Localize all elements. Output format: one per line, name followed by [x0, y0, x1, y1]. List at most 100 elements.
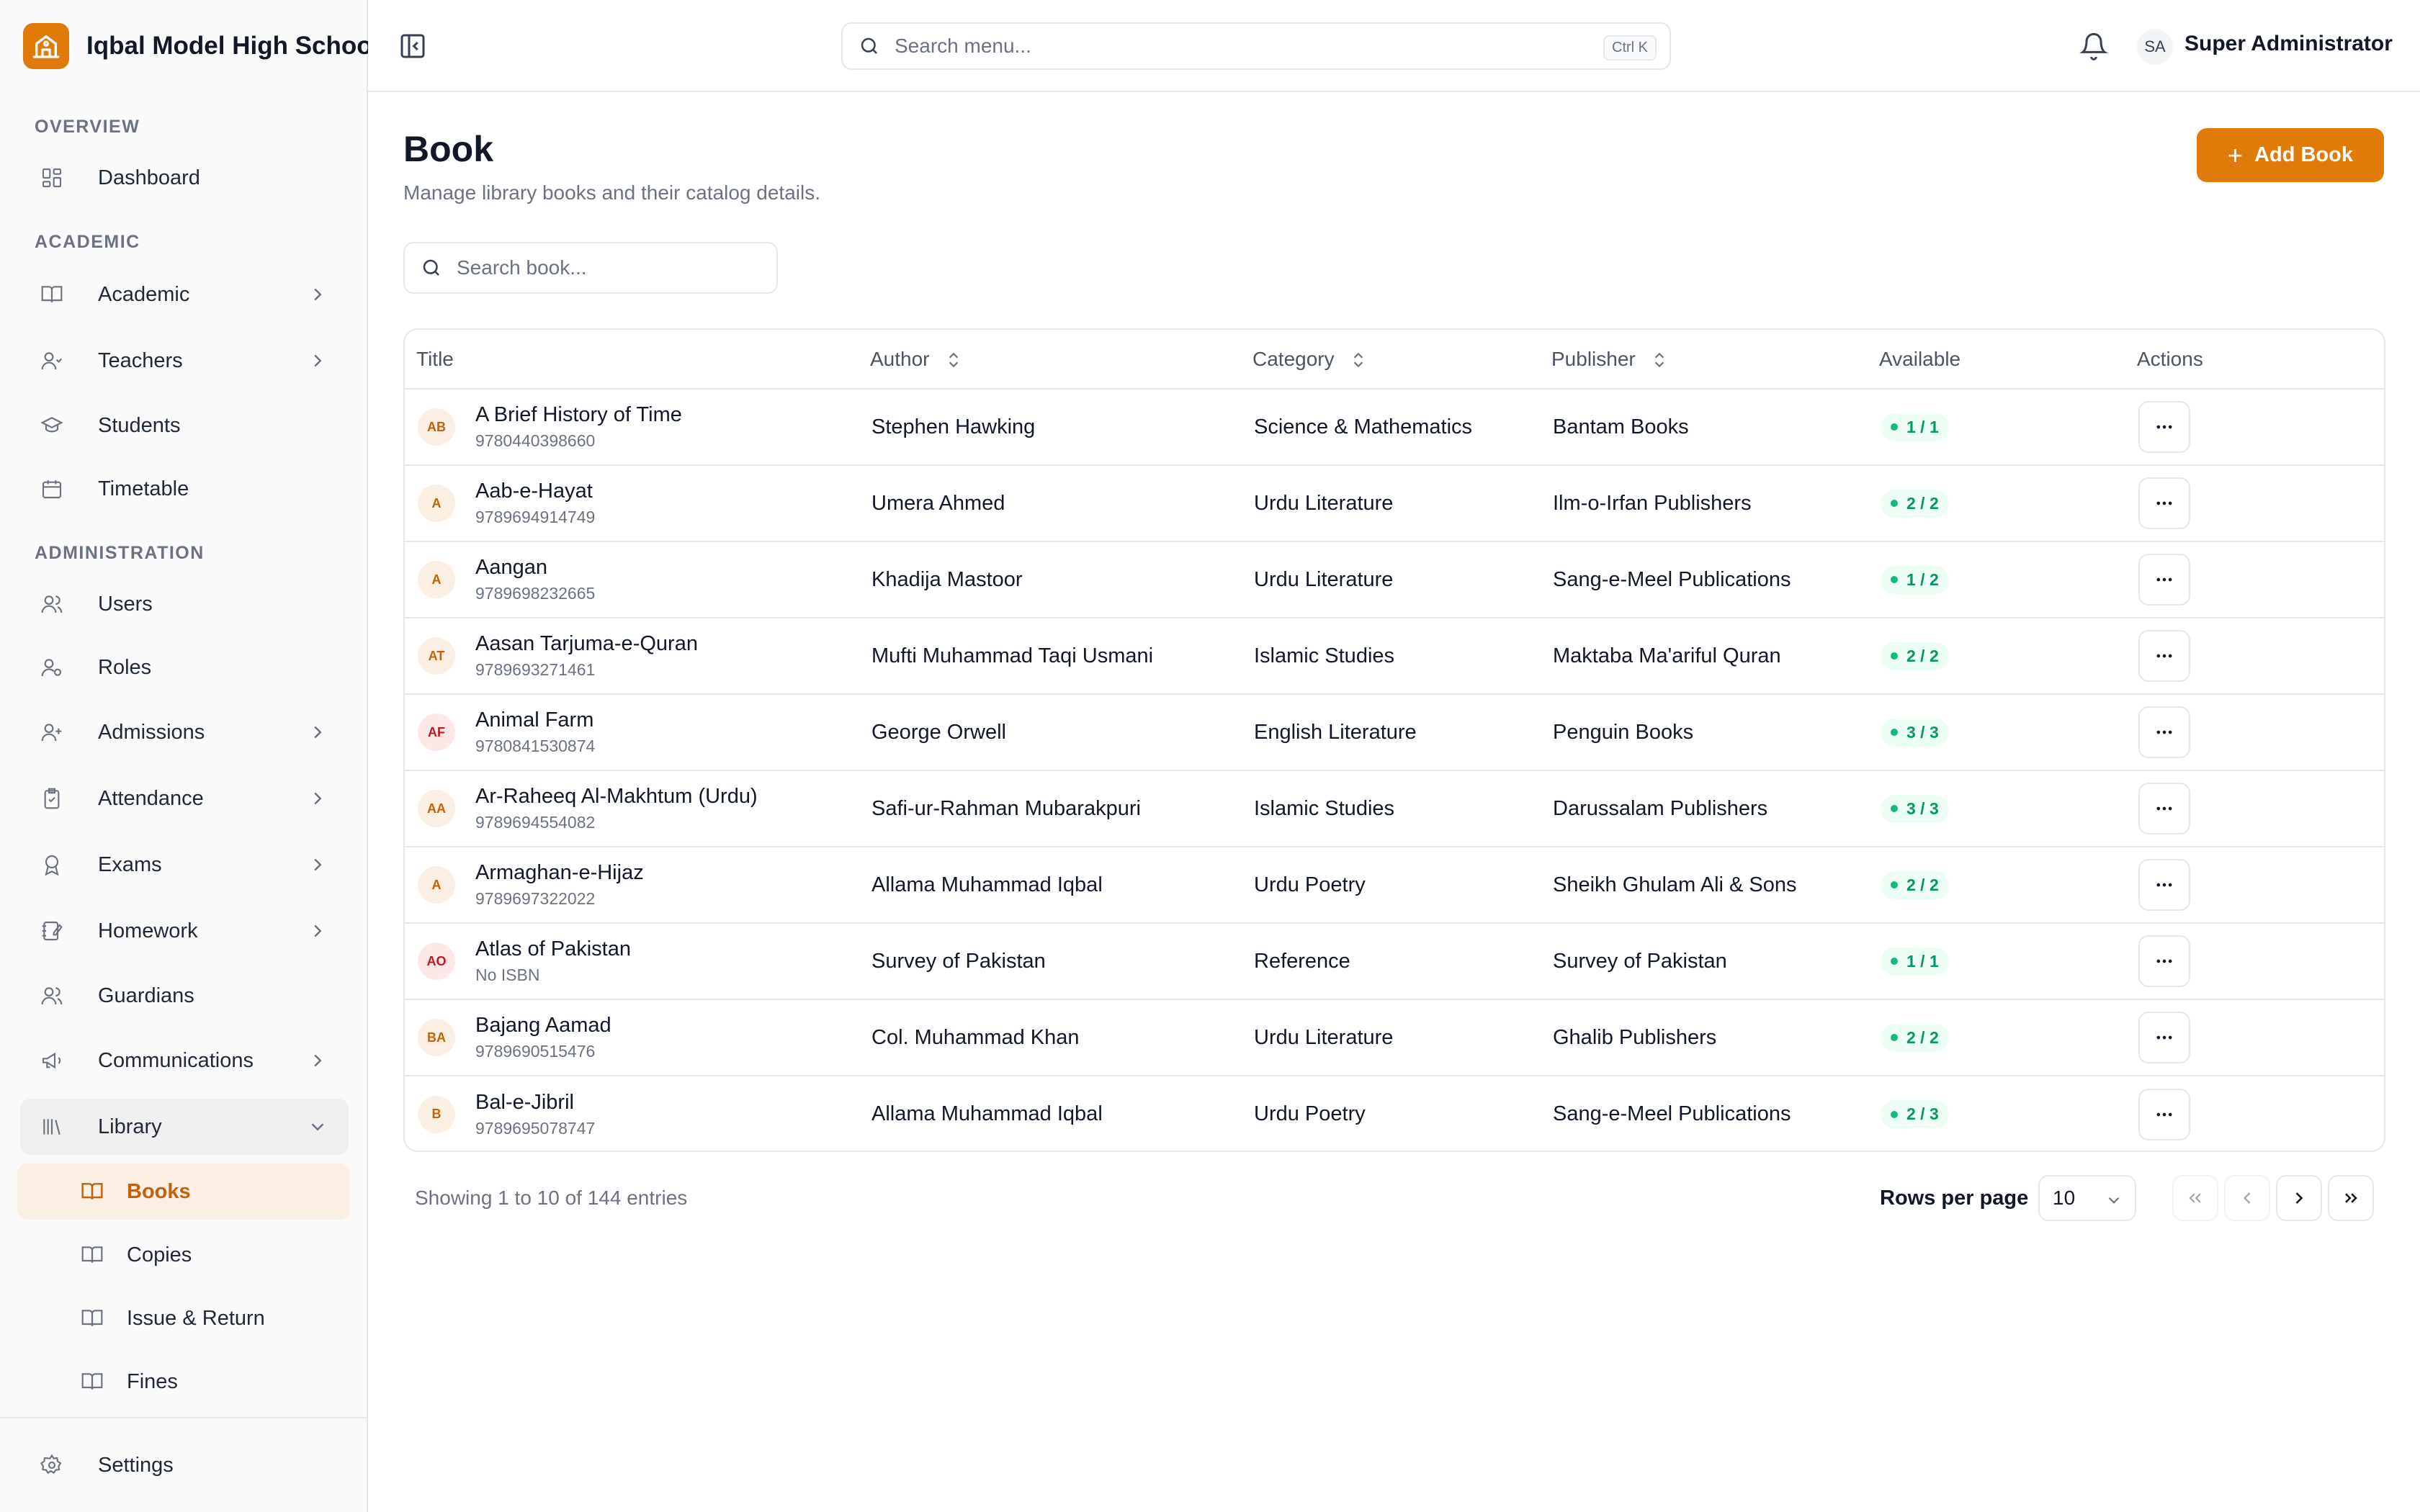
sidebar-item-timetable[interactable]: Timetable — [20, 461, 349, 517]
user-name[interactable]: Super Administrator — [2184, 32, 2393, 56]
sidebar-item-communications[interactable]: Communications — [20, 1032, 349, 1089]
menu-search[interactable]: Ctrl K — [841, 22, 1671, 70]
availability-count: 2 / 3 — [1906, 1104, 1939, 1124]
first-page-button[interactable] — [2172, 1175, 2218, 1221]
award-icon — [37, 850, 66, 879]
rows-per-page-select[interactable]: 10 — [2038, 1175, 2136, 1221]
availability-count: 1 / 1 — [1906, 951, 1939, 971]
title-cell: BA Bajang Aamad 9789690515476 — [418, 1014, 859, 1061]
book-title: Armaghan-e-Hijaz — [475, 861, 644, 884]
row-actions-button[interactable] — [2138, 477, 2190, 529]
sidebar-toggle-icon[interactable] — [398, 32, 427, 60]
sidebar-item-roles[interactable]: Roles — [20, 639, 349, 696]
bell-icon[interactable] — [2079, 32, 2108, 60]
sort-icon — [1654, 352, 1664, 368]
row-actions-button[interactable] — [2138, 1012, 2190, 1063]
search-icon — [423, 259, 439, 276]
sidebar-subitem-books[interactable]: Books — [17, 1164, 350, 1220]
sidebar-item-academic[interactable]: Academic — [20, 266, 349, 323]
sidebar-subitem-fines[interactable]: Fines — [17, 1354, 350, 1410]
title-text: Bajang Aamad 9789690515476 — [475, 1014, 611, 1061]
table-row[interactable]: A Armaghan-e-Hijaz 9789697322022 Allama … — [405, 847, 2384, 923]
sidebar-item-library[interactable]: Library — [20, 1099, 349, 1155]
column-category[interactable]: Category — [1241, 330, 1540, 390]
availability-badge: 2 / 2 — [1881, 870, 1949, 899]
sidebar-item-admissions[interactable]: Admissions — [20, 704, 349, 760]
status-dot — [1891, 500, 1898, 508]
rows-per-page-label: Rows per page — [1880, 1187, 2029, 1210]
previous-page-button[interactable] — [2224, 1175, 2270, 1221]
section-administration: ADMINISTRATION — [35, 543, 205, 563]
cell-author: Khadija Mastoor — [871, 567, 1023, 591]
sidebar-item-guardians[interactable]: Guardians — [20, 968, 349, 1024]
book-title: Atlas of Pakistan — [475, 937, 631, 960]
more-horizontal-icon — [2156, 425, 2172, 429]
more-horizontal-icon — [2156, 1035, 2172, 1040]
sidebar-subitem-copies[interactable]: Copies — [17, 1227, 350, 1283]
title-cell: B Bal-e-Jibril 9789695078747 — [418, 1091, 859, 1138]
book-initials-avatar: AT — [418, 637, 455, 675]
table-row[interactable]: B Bal-e-Jibril 9789695078747 Allama Muha… — [405, 1076, 2384, 1151]
sidebar-item-students[interactable]: Students — [20, 397, 349, 454]
column-author[interactable]: Author — [859, 330, 1241, 390]
table-row[interactable]: AB A Brief History of Time 9780440398660… — [405, 389, 2384, 465]
sidebar-item-dashboard[interactable]: Dashboard — [20, 150, 349, 206]
availability-badge: 1 / 2 — [1881, 565, 1949, 594]
last-page-button[interactable] — [2328, 1175, 2374, 1221]
sidebar-subitem-label: Copies — [127, 1243, 192, 1266]
sidebar-item-settings[interactable]: Settings — [20, 1437, 349, 1493]
row-actions-button[interactable] — [2138, 1088, 2190, 1140]
sidebar-item-users[interactable]: Users — [20, 576, 349, 632]
column-available: Available — [1868, 330, 2125, 390]
brand[interactable]: Iqbal Model High School — [23, 23, 379, 69]
book-search-input[interactable] — [457, 256, 759, 279]
cell-available: 2 / 2 — [1868, 847, 2125, 923]
sidebar-item-label: Timetable — [98, 477, 189, 500]
table-row[interactable]: A Aab-e-Hayat 9789694914749 Umera Ahmed … — [405, 465, 2384, 541]
table-row[interactable]: AA Ar-Raheeq Al-Makhtum (Urdu) 978969455… — [405, 770, 2384, 847]
column-publisher[interactable]: Publisher — [1540, 330, 1868, 390]
book-search[interactable] — [403, 242, 778, 294]
sidebar-subitem-label: Books — [127, 1179, 191, 1203]
title-text: Armaghan-e-Hijaz 9789697322022 — [475, 861, 644, 909]
book-title: Bal-e-Jibril — [475, 1090, 574, 1114]
column-label: Author — [870, 347, 930, 370]
add-book-button[interactable]: + Add Book — [2197, 128, 2384, 182]
table-row[interactable]: AF Animal Farm 9780841530874 George Orwe… — [405, 694, 2384, 770]
more-horizontal-icon — [2156, 883, 2172, 887]
sidebar-item-homework[interactable]: Homework — [20, 903, 349, 959]
availability-count: 3 / 3 — [1906, 798, 1939, 818]
availability-badge: 1 / 1 — [1881, 947, 1949, 976]
table-row[interactable]: A Aangan 9789698232665 Khadija Mastoor U… — [405, 541, 2384, 618]
more-horizontal-icon — [2156, 1112, 2172, 1116]
table-row[interactable]: AO Atlas of Pakistan No ISBN Survey of P… — [405, 923, 2384, 999]
title-text: Ar-Raheeq Al-Makhtum (Urdu) 978969455408… — [475, 785, 758, 832]
availability-badge: 1 / 1 — [1881, 413, 1949, 441]
title-text: Aab-e-Hayat 9789694914749 — [475, 480, 595, 527]
sidebar-item-exams[interactable]: Exams — [20, 837, 349, 893]
availability-count: 1 / 1 — [1906, 417, 1939, 436]
sidebar-subitem-issue-return[interactable]: Issue & Return — [17, 1290, 350, 1346]
table-row[interactable]: BA Bajang Aamad 9789690515476 Col. Muham… — [405, 999, 2384, 1076]
cell-available: 2 / 2 — [1868, 465, 2125, 541]
cell-author: Safi-ur-Rahman Mubarakpuri — [871, 796, 1141, 820]
avatar[interactable]: SA — [2137, 29, 2173, 65]
row-actions-button[interactable] — [2138, 859, 2190, 911]
cell-publisher: Sang-e-Meel Publications — [1553, 567, 1791, 591]
menu-search-input[interactable] — [895, 35, 1543, 58]
next-page-button[interactable] — [2276, 1175, 2322, 1221]
row-actions-button[interactable] — [2138, 706, 2190, 758]
row-actions-button[interactable] — [2138, 783, 2190, 834]
book-title: A Brief History of Time — [475, 403, 682, 426]
row-actions-button[interactable] — [2138, 554, 2190, 606]
row-actions-button[interactable] — [2138, 630, 2190, 682]
availability-count: 2 / 2 — [1906, 493, 1939, 513]
sidebar-item-teachers[interactable]: Teachers — [20, 333, 349, 389]
row-actions-button[interactable] — [2138, 401, 2190, 453]
row-actions-button[interactable] — [2138, 935, 2190, 987]
sidebar-subitem-label: Issue & Return — [127, 1306, 265, 1330]
chevron-down-icon — [311, 1123, 324, 1131]
table-row[interactable]: AT Aasan Tarjuma-e-Quran 9789693271461 M… — [405, 618, 2384, 694]
title-text: A Brief History of Time 9780440398660 — [475, 403, 682, 451]
sidebar-item-attendance[interactable]: Attendance — [20, 770, 349, 827]
